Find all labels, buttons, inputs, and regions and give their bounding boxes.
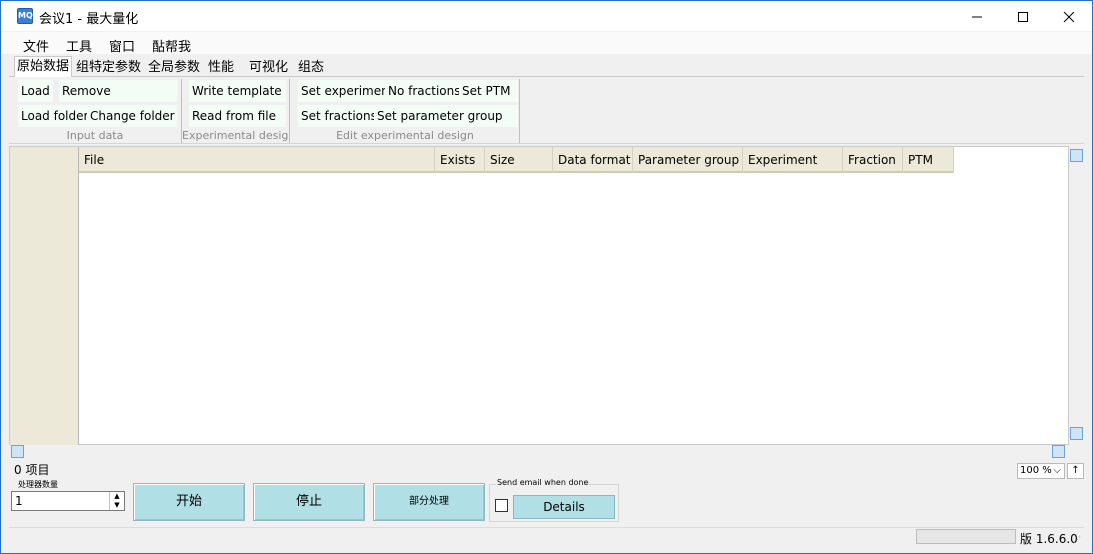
file-table[interactable]: File Exists Size Data format Parameter g… — [9, 146, 1069, 446]
menu-help[interactable]: 酟帮我 — [152, 36, 191, 55]
resize-grip-icon[interactable]: ⋰ — [1073, 535, 1081, 544]
arrow-up-icon: ↑ — [1071, 465, 1080, 476]
column-header-experiment[interactable]: Experiment — [743, 147, 843, 173]
column-header-fraction[interactable]: Fraction — [843, 147, 903, 173]
column-header-ptm[interactable]: PTM — [903, 147, 954, 173]
row-header-column — [10, 147, 79, 446]
remove-button[interactable]: Remove — [59, 80, 177, 102]
column-header-size[interactable]: Size — [485, 147, 553, 173]
load-folder-button[interactable]: Load folder — [18, 105, 92, 127]
set-parameter-group-button[interactable]: Set parameter group — [374, 105, 518, 127]
processor-stepper[interactable]: ▲ ▼ — [109, 492, 124, 510]
zoom-up-button[interactable]: ↑ — [1067, 463, 1084, 479]
no-fractions-button[interactable]: No fractions — [385, 80, 464, 102]
set-fractions-button[interactable]: Set fractions — [298, 105, 380, 127]
processor-count-label: 处理器数量 — [18, 480, 58, 489]
scroll-right-button[interactable] — [1052, 445, 1065, 458]
input-data-label: Input data — [66, 129, 124, 142]
partial-processing-button[interactable]: 部分处理 — [373, 483, 485, 521]
column-header-data-format[interactable]: Data format — [553, 147, 633, 173]
menu-tools[interactable]: 工具 — [66, 36, 92, 55]
version-label: 版 1.6.6.0 — [1020, 532, 1078, 546]
minimize-button[interactable] — [954, 1, 1000, 31]
ribbon: Load Remove Load folder Change folder In… — [9, 77, 1084, 144]
scroll-left-button[interactable] — [11, 445, 24, 458]
tab-raw-data[interactable]: 原始数据 — [14, 56, 73, 78]
send-email-label: Send email when done — [496, 478, 590, 487]
scroll-up-button[interactable] — [1070, 149, 1083, 162]
item-count: 0 项目 — [14, 463, 50, 477]
close-button[interactable] — [1046, 1, 1092, 31]
tab-global-parameters[interactable]: 全局参数 — [146, 58, 202, 77]
read-from-file-button[interactable]: Read from file — [189, 105, 286, 127]
design-file-label: Experimental design file — [182, 129, 289, 142]
set-experiment-button[interactable]: Set experiment — [298, 80, 397, 102]
set-ptm-button[interactable]: Set PTM — [459, 80, 518, 102]
stepper-up-icon[interactable]: ▲ — [110, 492, 124, 501]
scroll-down-button[interactable] — [1070, 427, 1083, 440]
details-button[interactable]: Details — [513, 495, 615, 519]
column-header-file[interactable]: File — [79, 147, 435, 173]
app-icon: MQ — [17, 8, 33, 24]
menu-window[interactable]: 窗口 — [109, 36, 135, 55]
zoom-select[interactable]: 100 % ⌵ — [1017, 463, 1065, 479]
window-title: 会议1 - 最大量化 — [39, 12, 139, 27]
chevron-down-icon: ⌵ — [1053, 465, 1061, 476]
horizontal-scrollbar[interactable] — [9, 445, 1069, 459]
tab-configuration[interactable]: 组态 — [296, 58, 326, 77]
maximize-button[interactable] — [1000, 1, 1046, 31]
ribbon-divider — [519, 79, 520, 143]
vertical-scrollbar[interactable] — [1069, 146, 1084, 445]
design-file-group: Write template Read from file Experiment… — [182, 77, 289, 144]
load-button[interactable]: Load — [18, 80, 53, 102]
progress-bar — [916, 529, 1016, 544]
edit-design-group: Set experiment No fractions Set PTM Set … — [290, 77, 520, 144]
edit-design-label: Edit experimental design — [336, 129, 474, 142]
close-icon — [1063, 11, 1075, 23]
stop-button[interactable]: 停止 — [253, 483, 365, 521]
zoom-value: 100 % — [1020, 465, 1052, 476]
stepper-down-icon[interactable]: ▼ — [110, 501, 124, 510]
column-header-parameter-group[interactable]: Parameter group — [633, 147, 743, 173]
tab-performance[interactable]: 性能 — [206, 58, 236, 77]
menu-file[interactable]: 文件 — [23, 36, 49, 55]
tab-group-parameters[interactable]: 组特定参数 — [74, 58, 143, 77]
table-header: File Exists Size Data format Parameter g… — [79, 147, 954, 173]
minimize-icon — [972, 16, 982, 18]
write-template-button[interactable]: Write template — [189, 80, 286, 102]
change-folder-button[interactable]: Change folder — [87, 105, 177, 127]
column-header-exists[interactable]: Exists — [435, 147, 485, 173]
tab-bar: 原始数据 组特定参数 全局参数 性能 可视化 组态 — [9, 56, 1084, 78]
start-button[interactable]: 开始 — [133, 483, 245, 521]
send-email-checkbox[interactable] — [495, 499, 508, 512]
main-window: MQ 会议1 - 最大量化 文件 工具 窗口 酟帮我 原始数据 组特定参数 全局… — [0, 0, 1093, 554]
title-bar[interactable]: MQ 会议1 - 最大量化 — [1, 1, 1092, 31]
processor-count-input[interactable]: 1 — [11, 491, 125, 511]
maximize-icon — [1018, 12, 1028, 22]
tab-visualization[interactable]: 可视化 — [247, 58, 290, 77]
menu-bar: 文件 工具 窗口 酟帮我 — [1, 32, 1092, 55]
input-data-group: Load Remove Load folder Change folder In… — [9, 77, 181, 144]
